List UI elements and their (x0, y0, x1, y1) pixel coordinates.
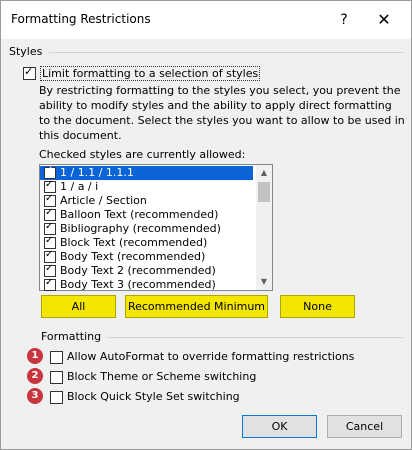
title-bar: Formatting Restrictions ? ✕ (1, 1, 411, 39)
limit-formatting-label[interactable]: Limit formatting to a selection of style… (40, 66, 261, 81)
scroll-up-icon[interactable]: ▲ (256, 165, 272, 181)
dialog-title: Formatting Restrictions (11, 12, 151, 26)
step-badge-2: 2 (27, 368, 43, 384)
formatting-group-label: Formatting (41, 330, 102, 343)
styles-list-label: Checked styles are currently allowed: (39, 148, 246, 161)
check-icon[interactable] (44, 263, 56, 277)
formatting-restrictions-dialog: Formatting Restrictions ? ✕ Styles Limit… (0, 0, 412, 450)
check-icon[interactable] (44, 221, 56, 235)
list-item[interactable]: Article / Section (40, 193, 253, 208)
list-item[interactable]: Block Text (recommended) (40, 235, 253, 250)
none-button[interactable]: None (280, 295, 355, 318)
list-item[interactable]: Bibliography (recommended) (40, 221, 253, 236)
check-icon[interactable] (44, 193, 56, 207)
block-theme-checkbox[interactable] (50, 371, 63, 384)
list-item[interactable]: Body Text (recommended) (40, 249, 253, 264)
listbox-scrollbar[interactable]: ▲ ▼ (256, 165, 272, 290)
list-item[interactable]: 1 / 1.1 / 1.1.1 (40, 165, 253, 180)
ok-button[interactable]: OK (242, 415, 317, 438)
allow-autoformat-checkbox[interactable] (50, 351, 63, 364)
styles-group-divider (49, 52, 403, 53)
check-icon[interactable] (44, 165, 56, 179)
styles-group-label: Styles (9, 45, 43, 58)
list-item[interactable]: Body Text 2 (recommended) (40, 263, 253, 278)
limit-formatting-checkbox[interactable] (23, 65, 36, 80)
formatting-group-divider (107, 337, 403, 338)
step-badge-1: 1 (27, 348, 43, 364)
close-button[interactable]: ✕ (371, 7, 397, 33)
block-quick-style-label[interactable]: Block Quick Style Set switching (67, 390, 240, 403)
list-item[interactable]: 1 / a / i (40, 179, 253, 194)
check-icon[interactable] (44, 179, 56, 193)
cancel-button[interactable]: Cancel (327, 415, 402, 438)
recommended-minimum-button[interactable]: Recommended Minimum (125, 295, 268, 318)
list-item[interactable]: Body Text 3 (recommended) (40, 277, 253, 292)
scroll-down-icon[interactable]: ▼ (256, 274, 272, 290)
help-button[interactable]: ? (331, 7, 357, 33)
allow-autoformat-label[interactable]: Allow AutoFormat to override formatting … (67, 350, 354, 363)
check-icon[interactable] (44, 207, 56, 221)
check-icon[interactable] (44, 277, 56, 291)
all-button[interactable]: All (41, 295, 116, 318)
block-theme-label[interactable]: Block Theme or Scheme switching (67, 370, 256, 383)
check-icon[interactable] (44, 249, 56, 263)
styles-description: By restricting formatting to the styles … (39, 84, 405, 142)
scroll-thumb[interactable] (258, 182, 270, 202)
check-icon[interactable] (44, 235, 56, 249)
list-item[interactable]: Balloon Text (recommended) (40, 207, 253, 222)
block-quick-style-checkbox[interactable] (50, 391, 63, 404)
step-badge-3: 3 (27, 388, 43, 404)
styles-listbox[interactable]: 1 / 1.1 / 1.1.1 1 / a / i Article / Sect… (39, 164, 273, 291)
